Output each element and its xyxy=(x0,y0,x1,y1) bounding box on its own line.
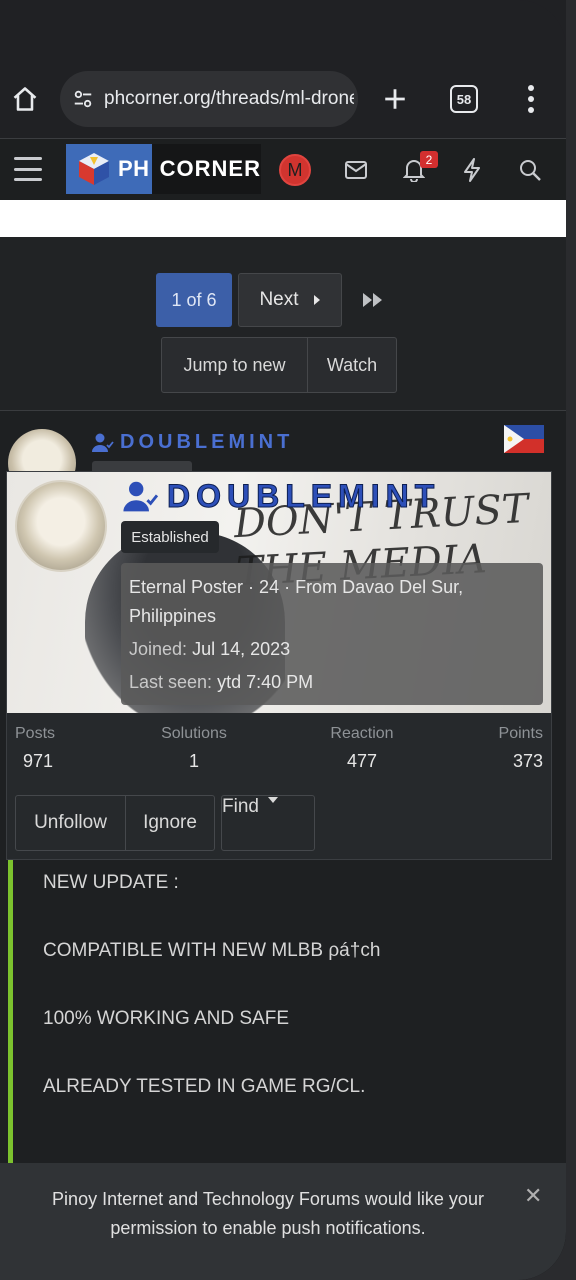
address-bar[interactable]: phcorner.org/threads/ml-drone- xyxy=(60,71,358,127)
member-tooltip-card: DON'T TRUST THE MEDIA DOUBLEMINT Establi… xyxy=(6,471,552,860)
last-seen-label: Last seen: xyxy=(129,672,213,692)
last-seen-value: ytd 7:40 PM xyxy=(217,672,314,692)
profile-info-box: Eternal Poster · 24 · From Davao Del Sur… xyxy=(121,563,543,705)
jump-to-new-button[interactable]: Jump to new xyxy=(162,338,308,392)
stat-posts[interactable]: Posts 971 xyxy=(15,725,55,772)
close-icon[interactable]: ✕ xyxy=(524,1183,542,1209)
home-icon[interactable] xyxy=(8,82,42,116)
content-line: ALREADY TESTED IN GAME RG/CL. xyxy=(43,1076,366,1097)
push-notification-prompt: Pinoy Internet and Technology Forums wou… xyxy=(0,1163,566,1280)
last-seen-row: Last seen: ytd 7:40 PM xyxy=(129,668,535,697)
user-title-badge: Established xyxy=(121,521,219,553)
logo-ph-text: PH xyxy=(118,156,150,181)
post-username[interactable]: DOUBLEMINT xyxy=(92,431,293,454)
next-label: Next xyxy=(259,289,299,310)
stat-label: Reaction xyxy=(330,725,394,742)
find-dropdown-button[interactable]: Find xyxy=(221,795,315,851)
stat-value: 1 xyxy=(188,751,199,771)
notification-message: Pinoy Internet and Technology Forums wou… xyxy=(52,1189,484,1238)
stat-solutions[interactable]: Solutions 1 xyxy=(157,725,231,772)
stat-label: Points xyxy=(498,725,543,742)
phone-screen: phcorner.org/threads/ml-drone- 58 PH COR… xyxy=(0,0,566,1280)
content-line: NEW UPDATE : xyxy=(43,872,179,893)
stat-points[interactable]: Points 373 xyxy=(491,725,543,772)
stat-reaction[interactable]: Reaction 477 xyxy=(325,725,399,772)
logo-cube: PH xyxy=(66,144,152,194)
post-content: NEW UPDATE : COMPATIBLE WITH NEW MLBB ρá… xyxy=(8,860,550,1164)
next-page-button[interactable]: Next xyxy=(238,273,342,327)
content-line: 100% WORKING AND SAFE xyxy=(43,1008,290,1029)
ignore-button[interactable]: Ignore xyxy=(126,796,214,850)
philippines-flag-icon xyxy=(504,425,544,453)
joined-label: Joined: xyxy=(129,639,188,659)
url-text: phcorner.org/threads/ml-drone- xyxy=(104,88,354,109)
content-line: COMPATIBLE WITH NEW MLBB ρá†ch xyxy=(43,940,381,961)
profile-username-text: DOUBLEMINT xyxy=(166,478,441,515)
follow-ignore-group: Unfollow Ignore xyxy=(15,795,215,851)
last-page-icon[interactable] xyxy=(362,289,388,311)
more-menu-icon[interactable] xyxy=(518,82,544,116)
find-label: Find xyxy=(222,796,259,817)
post-username-text: DOUBLEMINT xyxy=(120,431,294,453)
stat-value: 971 xyxy=(23,751,54,771)
user-verified-icon xyxy=(123,481,159,511)
site-logo[interactable]: PH CORNER xyxy=(66,144,261,194)
caret-right-icon xyxy=(313,295,320,305)
notification-count-badge: 2 xyxy=(420,151,438,168)
user-verified-icon xyxy=(92,433,114,452)
site-settings-icon[interactable] xyxy=(70,86,96,112)
user-avatar[interactable]: M xyxy=(279,154,311,186)
chevron-down-icon xyxy=(267,797,278,803)
stat-label: Posts xyxy=(15,725,56,742)
joined-value: Jul 14, 2023 xyxy=(192,639,291,659)
current-page-button[interactable]: 1 of 6 xyxy=(156,273,232,327)
joined-row: Joined: Jul 14, 2023 xyxy=(129,635,535,664)
profile-banner: DON'T TRUST THE MEDIA DOUBLEMINT Establi… xyxy=(7,472,551,713)
menu-icon[interactable] xyxy=(14,157,42,181)
unfollow-button[interactable]: Unfollow xyxy=(16,796,126,850)
stat-value: 373 xyxy=(512,751,543,771)
profile-summary: Eternal Poster · 24 · From Davao Del Sur… xyxy=(129,577,464,626)
stat-label: Solutions xyxy=(161,725,227,742)
tab-switcher-button[interactable]: 58 xyxy=(450,85,478,113)
ad-strip xyxy=(0,200,566,237)
new-tab-icon[interactable] xyxy=(378,82,412,116)
pagination-bar: 1 of 6 Next Jump to new Watch xyxy=(0,237,566,411)
logo-corner-text: CORNER xyxy=(159,156,261,181)
bolt-icon[interactable] xyxy=(458,156,486,184)
search-icon[interactable] xyxy=(516,156,544,184)
profile-stats: Posts 971 Solutions 1 Reaction 477 Point… xyxy=(7,725,551,775)
watch-button[interactable]: Watch xyxy=(308,338,396,392)
stat-value: 477 xyxy=(346,751,378,771)
status-bar xyxy=(0,0,566,60)
site-header: PH CORNER M 2 xyxy=(0,138,566,200)
thread-actions: Jump to new Watch xyxy=(161,337,397,393)
profile-actions: Unfollow Ignore Find xyxy=(15,795,315,851)
inbox-icon[interactable] xyxy=(342,156,370,184)
profile-username[interactable]: DOUBLEMINT xyxy=(123,478,440,515)
browser-toolbar: phcorner.org/threads/ml-drone- 58 xyxy=(0,60,566,138)
cube-icon xyxy=(79,153,109,185)
profile-avatar[interactable] xyxy=(15,480,107,572)
